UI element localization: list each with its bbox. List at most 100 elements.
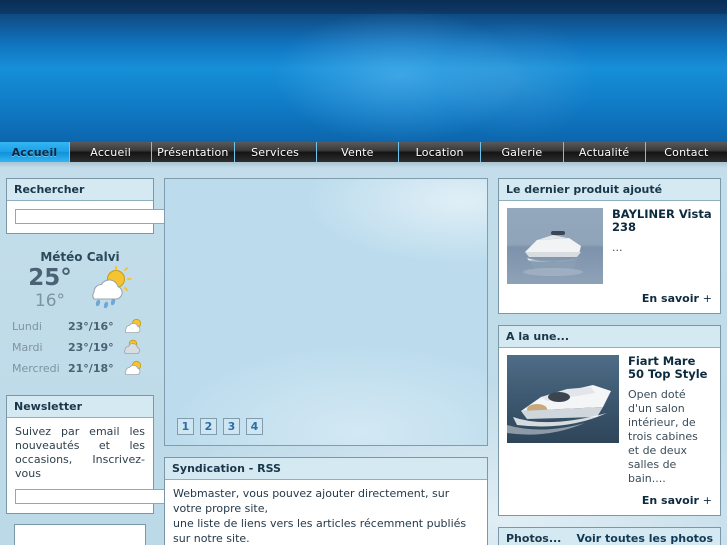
rss-line-1: Webmaster, vous pouvez ajouter directeme… bbox=[173, 487, 450, 515]
photos-widget: Photos... Voir toutes les photos bbox=[498, 527, 721, 545]
weather-title: Météo Calvi bbox=[40, 250, 120, 264]
last-product-more-plus: + bbox=[702, 292, 712, 305]
nav-tab-contact[interactable]: Contact bbox=[645, 142, 727, 162]
rss-line-2: une liste de liens vers les articles réc… bbox=[173, 517, 467, 545]
featured-desc: Open doté d'un salon intérieur, de trois… bbox=[628, 388, 698, 485]
weather-forecast-table: Lundi 23°/16° Mardi 23°/19° Mercredi 21°… bbox=[12, 316, 148, 379]
last-product-header: Le dernier produit ajouté bbox=[499, 179, 720, 201]
last-product-item[interactable]: BAYLINER Vista 238 ... bbox=[507, 208, 712, 284]
last-product-desc: ... bbox=[612, 241, 623, 254]
featured-widget: A la une... Fiart Mare 50 Top Style Open… bbox=[498, 325, 721, 516]
featured-item[interactable]: Fiart Mare 50 Top Style Open doté d'un s… bbox=[507, 355, 712, 486]
newsletter-email-input[interactable] bbox=[15, 489, 168, 504]
sun-cloud-icon bbox=[122, 360, 148, 377]
nav-tab-active-accueil[interactable]: Accueil bbox=[0, 142, 70, 162]
weather-forecast-row: Mercredi 21°/18° bbox=[12, 358, 148, 379]
featured-title: A la une... bbox=[506, 330, 570, 343]
search-input[interactable] bbox=[15, 209, 168, 224]
right-sidebar: Le dernier produit ajouté BAYLINER Vista… bbox=[492, 168, 727, 545]
rss-body: Webmaster, vous pouvez ajouter directeme… bbox=[165, 480, 487, 545]
photos-view-all-link[interactable]: Voir toutes les photos bbox=[577, 532, 713, 545]
nav-tab-label: Contact bbox=[664, 145, 709, 159]
newsletter-body: Suivez par email les nouveautés et les o… bbox=[7, 418, 201, 513]
rss-widget: Syndication - RSS Webmaster, vous pouvez… bbox=[164, 457, 488, 545]
nav-tab-label: Présentation bbox=[157, 145, 229, 159]
nav-tab-services[interactable]: Services bbox=[234, 142, 317, 162]
page-root: Accueil Accueil Présentation Services Ve… bbox=[0, 0, 727, 545]
search-widget: Rechercher OK bbox=[6, 178, 201, 234]
featured-header: A la une... bbox=[499, 326, 720, 348]
weather-day-temps: 21°/18° bbox=[68, 362, 114, 375]
last-product-body: BAYLINER Vista 238 ... En savoir + bbox=[499, 201, 720, 313]
featured-more-label: En savoir bbox=[641, 494, 699, 507]
nav-tab-label: Vente bbox=[341, 145, 374, 159]
weather-day-temps: 23°/19° bbox=[68, 341, 114, 354]
weather-day: Mardi bbox=[12, 341, 43, 354]
featured-body: Fiart Mare 50 Top Style Open doté d'un s… bbox=[499, 348, 720, 515]
weather-day: Mercredi bbox=[12, 362, 60, 375]
featured-thumbnail[interactable] bbox=[507, 355, 619, 443]
newsletter-text: Suivez par email les nouveautés et les o… bbox=[15, 425, 145, 480]
rss-title: Syndication - RSS bbox=[172, 462, 281, 475]
nav-tab-label: Location bbox=[415, 145, 464, 159]
featured-more-plus: + bbox=[702, 494, 712, 507]
search-widget-header: Rechercher bbox=[7, 179, 153, 201]
header-banner bbox=[0, 0, 727, 142]
search-widget-title: Rechercher bbox=[14, 183, 85, 196]
last-product-thumbnail[interactable] bbox=[507, 208, 603, 284]
last-product-more-label: En savoir bbox=[641, 292, 699, 305]
weather-current-temps: 25° 16° bbox=[28, 264, 72, 311]
nav-tab-label: Accueil bbox=[11, 145, 58, 159]
cloud-sun-icon bbox=[122, 339, 148, 356]
nav-tab-accueil[interactable]: Accueil bbox=[70, 142, 153, 162]
search-form: OK bbox=[15, 208, 201, 225]
nav-tab-label: Services bbox=[251, 145, 300, 159]
last-product-title: Le dernier produit ajouté bbox=[506, 183, 663, 196]
featured-more-link[interactable]: En savoir + bbox=[507, 494, 712, 507]
pagination-page-4[interactable]: 4 bbox=[246, 418, 263, 435]
nav-tab-label: Accueil bbox=[90, 145, 131, 159]
weather-temp-high: 25° bbox=[28, 264, 72, 291]
photos-header: Photos... Voir toutes les photos bbox=[499, 528, 720, 545]
banner-glow-secondary bbox=[436, 18, 597, 142]
nav-tab-label: Actualité bbox=[578, 145, 630, 159]
last-product-name: BAYLINER Vista 238 bbox=[612, 207, 712, 234]
sun-cloud-rain-icon bbox=[82, 266, 132, 310]
main-navigation: Accueil Accueil Présentation Services Ve… bbox=[0, 142, 727, 162]
nav-tab-actualite[interactable]: Actualité bbox=[563, 142, 646, 162]
pagination-page-1[interactable]: 1 bbox=[177, 418, 194, 435]
photos-title: Photos... bbox=[506, 532, 562, 545]
weather-day: Lundi bbox=[12, 320, 42, 333]
weather-temp-low: 16° bbox=[34, 290, 66, 311]
featured-name: Fiart Mare 50 Top Style bbox=[628, 354, 708, 381]
pagination: 1 2 3 4 bbox=[177, 418, 263, 435]
newsletter-title: Newsletter bbox=[14, 400, 83, 413]
content-columns: Rechercher OK Météo Calvi 25° 16° bbox=[0, 168, 727, 545]
weather-forecast-row: Mardi 23°/19° bbox=[12, 337, 148, 358]
featured-info: Fiart Mare 50 Top Style Open doté d'un s… bbox=[628, 355, 712, 486]
nav-tab-label: Galerie bbox=[501, 145, 543, 159]
nav-tab-presentation[interactable]: Présentation bbox=[152, 142, 235, 162]
weather-current: 25° 16° bbox=[12, 266, 148, 310]
sun-cloud-icon bbox=[122, 318, 148, 335]
left-sidebar: Rechercher OK Météo Calvi 25° 16° bbox=[0, 168, 201, 545]
pagination-page-2[interactable]: 2 bbox=[200, 418, 217, 435]
main-content-panel: 1 2 3 4 bbox=[164, 178, 488, 446]
last-product-more-link[interactable]: En savoir + bbox=[507, 292, 712, 305]
last-product-info: BAYLINER Vista 238 ... bbox=[612, 208, 712, 284]
newsletter-header: Newsletter bbox=[7, 396, 153, 418]
weather-forecast-row: Lundi 23°/16° bbox=[12, 316, 148, 337]
search-widget-body: OK bbox=[7, 201, 201, 233]
weather-day-temps: 23°/16° bbox=[68, 320, 114, 333]
newsletter-form: OK bbox=[15, 488, 201, 505]
main-content-column: 1 2 3 4 Syndication - RSS Webmaster, vou… bbox=[160, 168, 492, 545]
weather-widget: Météo Calvi 25° 16° Lundi 23°/16° Mardi … bbox=[6, 244, 154, 383]
nav-tab-galerie[interactable]: Galerie bbox=[481, 142, 564, 162]
rss-header: Syndication - RSS bbox=[165, 458, 487, 480]
nav-tab-vente[interactable]: Vente bbox=[316, 142, 399, 162]
nav-tab-location[interactable]: Location bbox=[399, 142, 482, 162]
left-empty-panel bbox=[14, 524, 146, 545]
newsletter-widget: Newsletter Suivez par email les nouveaut… bbox=[6, 395, 201, 514]
pagination-page-3[interactable]: 3 bbox=[223, 418, 240, 435]
last-product-widget: Le dernier produit ajouté BAYLINER Vista… bbox=[498, 178, 721, 314]
